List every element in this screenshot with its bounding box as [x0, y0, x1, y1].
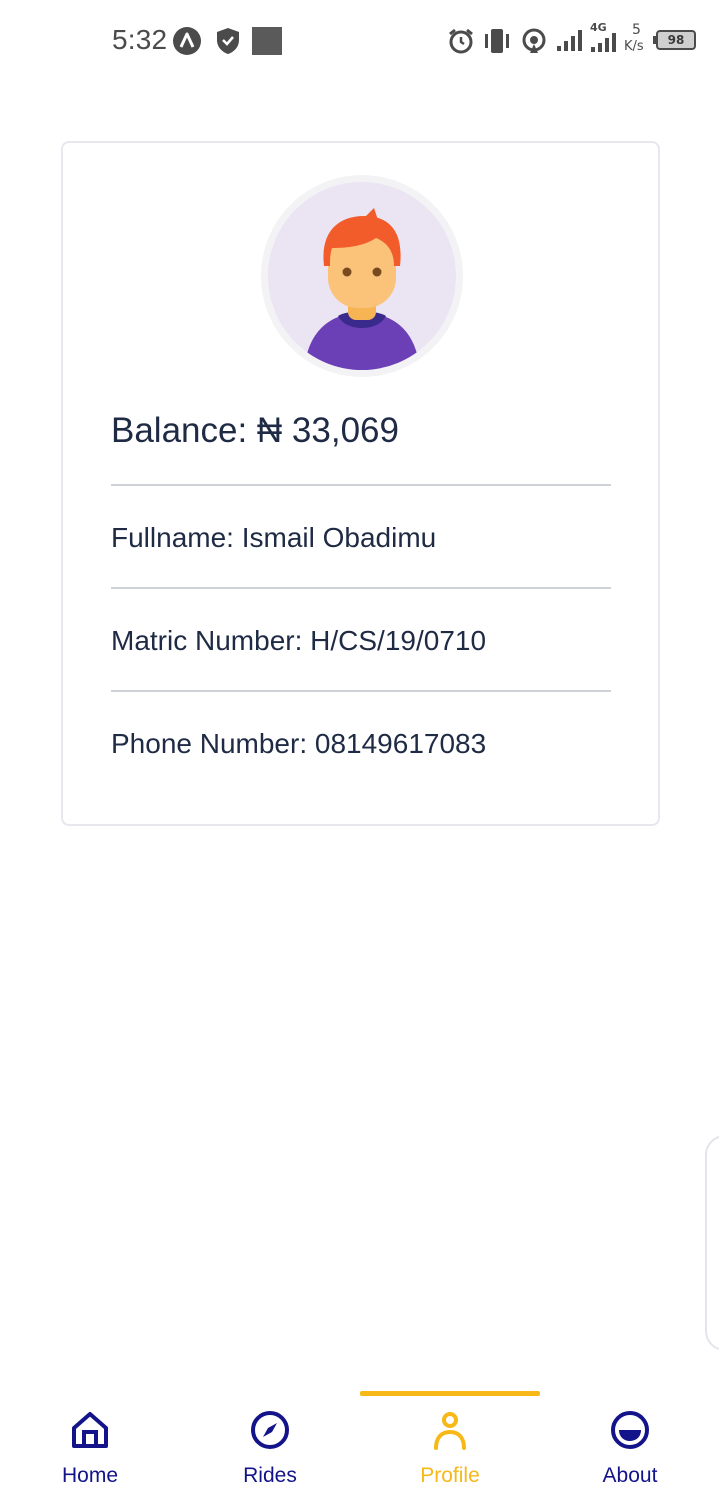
- person-icon: [434, 1412, 466, 1450]
- active-tab-indicator: [360, 1391, 540, 1396]
- edge-floating-tab[interactable]: [705, 1135, 719, 1351]
- square-notification-icon: [252, 27, 282, 55]
- signal-icon: [557, 30, 582, 51]
- app-a-icon: [173, 27, 201, 55]
- battery-level: 98: [667, 33, 685, 47]
- hotspot-icon: [522, 28, 546, 53]
- nav-rides[interactable]: Rides: [180, 1398, 360, 1486]
- shield-icon: [217, 28, 239, 54]
- nav-home-label: Home: [61, 1464, 119, 1486]
- compass-icon: [251, 1411, 289, 1449]
- matric-number-text: Matric Number: H/CS/19/0710: [111, 625, 487, 656]
- home-icon: [72, 1412, 108, 1448]
- profile-card: Balance: ₦ 33,069 Fullname: Ismail Obadi…: [61, 141, 660, 826]
- divider: [111, 690, 611, 692]
- divider: [111, 587, 611, 589]
- fullname-text: Fullname: Ismail Obadimu: [111, 522, 437, 553]
- alarm-icon: [449, 28, 473, 54]
- signal-4g-icon: [591, 33, 616, 52]
- avatar: [268, 182, 456, 370]
- status-time: 5:32: [112, 24, 168, 55]
- nav-rides-label: Rides: [243, 1464, 297, 1486]
- vibrate-icon: [485, 29, 509, 53]
- speed-unit: K/s: [624, 39, 644, 54]
- battery-icon: 98: [656, 30, 696, 50]
- divider: [111, 484, 611, 486]
- speed-value: 5: [632, 22, 641, 38]
- user-avatar-icon: [304, 208, 420, 370]
- avatar-ring: [261, 175, 463, 377]
- about-icon: [611, 1411, 649, 1449]
- nav-about-label: About: [602, 1464, 658, 1486]
- phone-number-text: Phone Number: 08149617083: [111, 728, 487, 759]
- status-bar: 5:32 4G 5 K/s 98: [0, 0, 719, 82]
- nav-profile-label: Profile: [420, 1464, 480, 1486]
- nav-about[interactable]: About: [540, 1398, 719, 1486]
- nav-profile[interactable]: Profile: [360, 1398, 540, 1486]
- nav-home[interactable]: Home: [0, 1398, 180, 1486]
- balance-text: Balance: ₦ 33,069: [111, 411, 399, 450]
- battery-tip: [653, 36, 656, 44]
